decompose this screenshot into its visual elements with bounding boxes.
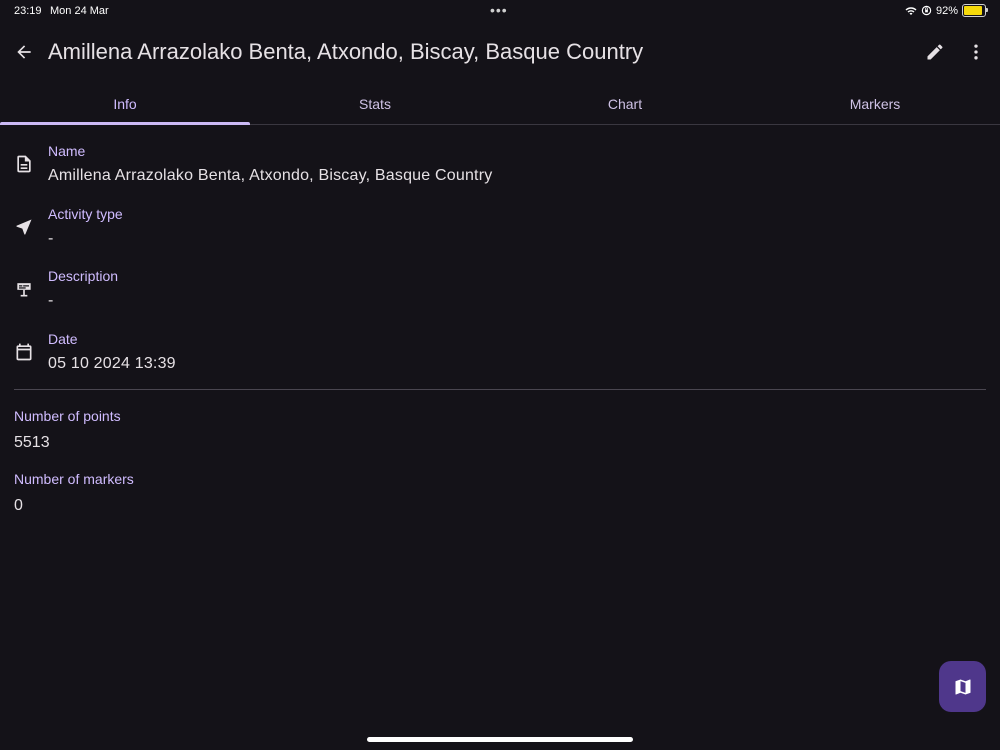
calendar-icon <box>13 341 35 363</box>
name-value: Amillena Arrazolako Benta, Atxondo, Bisc… <box>48 167 493 184</box>
navigation-arrow-icon <box>13 216 35 238</box>
battery-icon <box>962 4 988 17</box>
orientation-lock-icon <box>921 5 932 16</box>
info-row-name[interactable]: Name Amillena Arrazolako Benta, Atxondo,… <box>0 143 1000 203</box>
tab-info[interactable]: Info <box>0 86 250 125</box>
pencil-icon <box>927 44 943 60</box>
info-row-description[interactable]: Description - <box>0 268 1000 328</box>
description-value: - <box>48 292 54 309</box>
date-label: Date <box>48 331 78 347</box>
info-row-activity-type[interactable]: Activity type - <box>0 206 1000 266</box>
edit-button[interactable] <box>921 38 949 66</box>
status-bar: 23:19 Mon 24 Mar ••• 92% <box>0 0 1000 22</box>
more-vert-icon <box>974 44 978 60</box>
arrow-back-icon <box>17 45 31 59</box>
activity-type-value: - <box>48 230 54 247</box>
stat-number-of-markers: Number of markers 0 <box>14 471 514 515</box>
tab-chart[interactable]: Chart <box>500 86 750 124</box>
section-divider <box>14 389 986 390</box>
date-value: 05 10 2024 13:39 <box>48 355 176 372</box>
name-label: Name <box>48 143 86 159</box>
markers-label: Number of markers <box>14 471 134 487</box>
description-label: Description <box>48 268 119 284</box>
stat-number-of-points: Number of points 5513 <box>14 408 514 452</box>
home-indicator[interactable] <box>367 737 633 742</box>
map-fab-button[interactable] <box>939 661 986 712</box>
markers-value: 0 <box>14 497 23 514</box>
info-row-date[interactable]: Date 05 10 2024 13:39 <box>0 331 1000 391</box>
wifi-icon <box>905 6 917 16</box>
tab-markers[interactable]: Markers <box>750 86 1000 124</box>
map-icon <box>955 679 970 694</box>
activity-type-label: Activity type <box>48 206 123 222</box>
back-button[interactable] <box>10 38 38 66</box>
page-title: Amillena Arrazolako Benta, Atxondo, Bisc… <box>48 39 644 64</box>
points-label: Number of points <box>14 408 121 424</box>
document-icon <box>13 153 35 175</box>
tab-stats[interactable]: Stats <box>250 86 500 124</box>
signpost-icon <box>13 278 35 300</box>
more-options-button[interactable] <box>962 38 990 66</box>
points-value: 5513 <box>14 434 50 451</box>
status-date: Mon 24 Mar <box>50 5 109 17</box>
battery-fill <box>964 6 983 15</box>
tab-bar: Info Stats Chart Markers <box>0 86 1000 125</box>
multitasking-dots-icon[interactable]: ••• <box>490 2 508 18</box>
status-time: 23:19 <box>14 5 42 17</box>
battery-percent: 92% <box>935 4 958 17</box>
status-indicators: 92% <box>905 4 988 17</box>
app-bar: Amillena Arrazolako Benta, Atxondo, Bisc… <box>0 28 1000 76</box>
